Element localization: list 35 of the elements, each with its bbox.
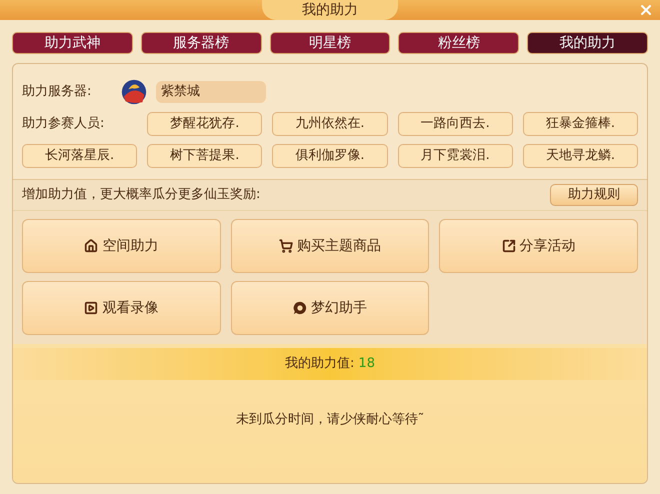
tab[interactable]: 我的助力 xyxy=(527,32,648,54)
action-button[interactable]: 分享活动 xyxy=(439,219,638,273)
play-icon xyxy=(84,301,98,315)
server-name: 紫禁城 xyxy=(156,81,266,103)
action-button[interactable]: 梦幻助手 xyxy=(230,281,430,335)
value-number: 18 xyxy=(358,355,375,374)
action-button[interactable]: 购买主题商品 xyxy=(230,219,430,273)
action-button[interactable]: 观看录像 xyxy=(22,281,221,335)
participant-chip: 长河落星辰. xyxy=(22,144,138,168)
boost-prompt: 增加助力值，更大概率瓜分更多仙玉奖励: xyxy=(22,186,260,204)
rules-button[interactable]: 助力规则 xyxy=(550,184,638,206)
tab[interactable]: 助力武神 xyxy=(12,32,133,54)
cart-icon xyxy=(278,239,293,253)
participant-chip: 俱利伽罗像. xyxy=(272,144,388,168)
tab[interactable]: 服务器榜 xyxy=(140,32,262,54)
participants-label: 助力参赛人员: xyxy=(22,115,106,133)
participant-chip: 狂暴金箍棒. xyxy=(522,112,638,136)
window-title: 我的助力 xyxy=(262,0,398,20)
participant-chip: 树下菩提果. xyxy=(147,144,262,168)
close-button[interactable] xyxy=(638,2,654,18)
participant-chip: 梦醒花犹存. xyxy=(147,112,262,136)
status-message: 未到瓜分时间，请少侠耐心等待˜ xyxy=(236,411,424,429)
tab[interactable]: 明星榜 xyxy=(270,32,390,54)
participant-chip: 天地寻龙鳞. xyxy=(522,144,638,168)
action-button[interactable]: 空间助力 xyxy=(22,219,221,273)
server-logo-icon xyxy=(120,78,148,106)
home-icon xyxy=(84,239,98,253)
chat-bubble-icon xyxy=(292,301,307,315)
participant-chip: 月下霓裳泪. xyxy=(398,144,513,168)
tab[interactable]: 粉丝榜 xyxy=(398,32,520,54)
value-label: 我的助力值: xyxy=(285,355,354,374)
participant-chip: 九州依然在. xyxy=(272,112,388,136)
share-icon xyxy=(502,239,516,253)
participant-chip: 一路向西去. xyxy=(398,112,513,136)
server-label: 助力服务器: xyxy=(22,83,92,102)
